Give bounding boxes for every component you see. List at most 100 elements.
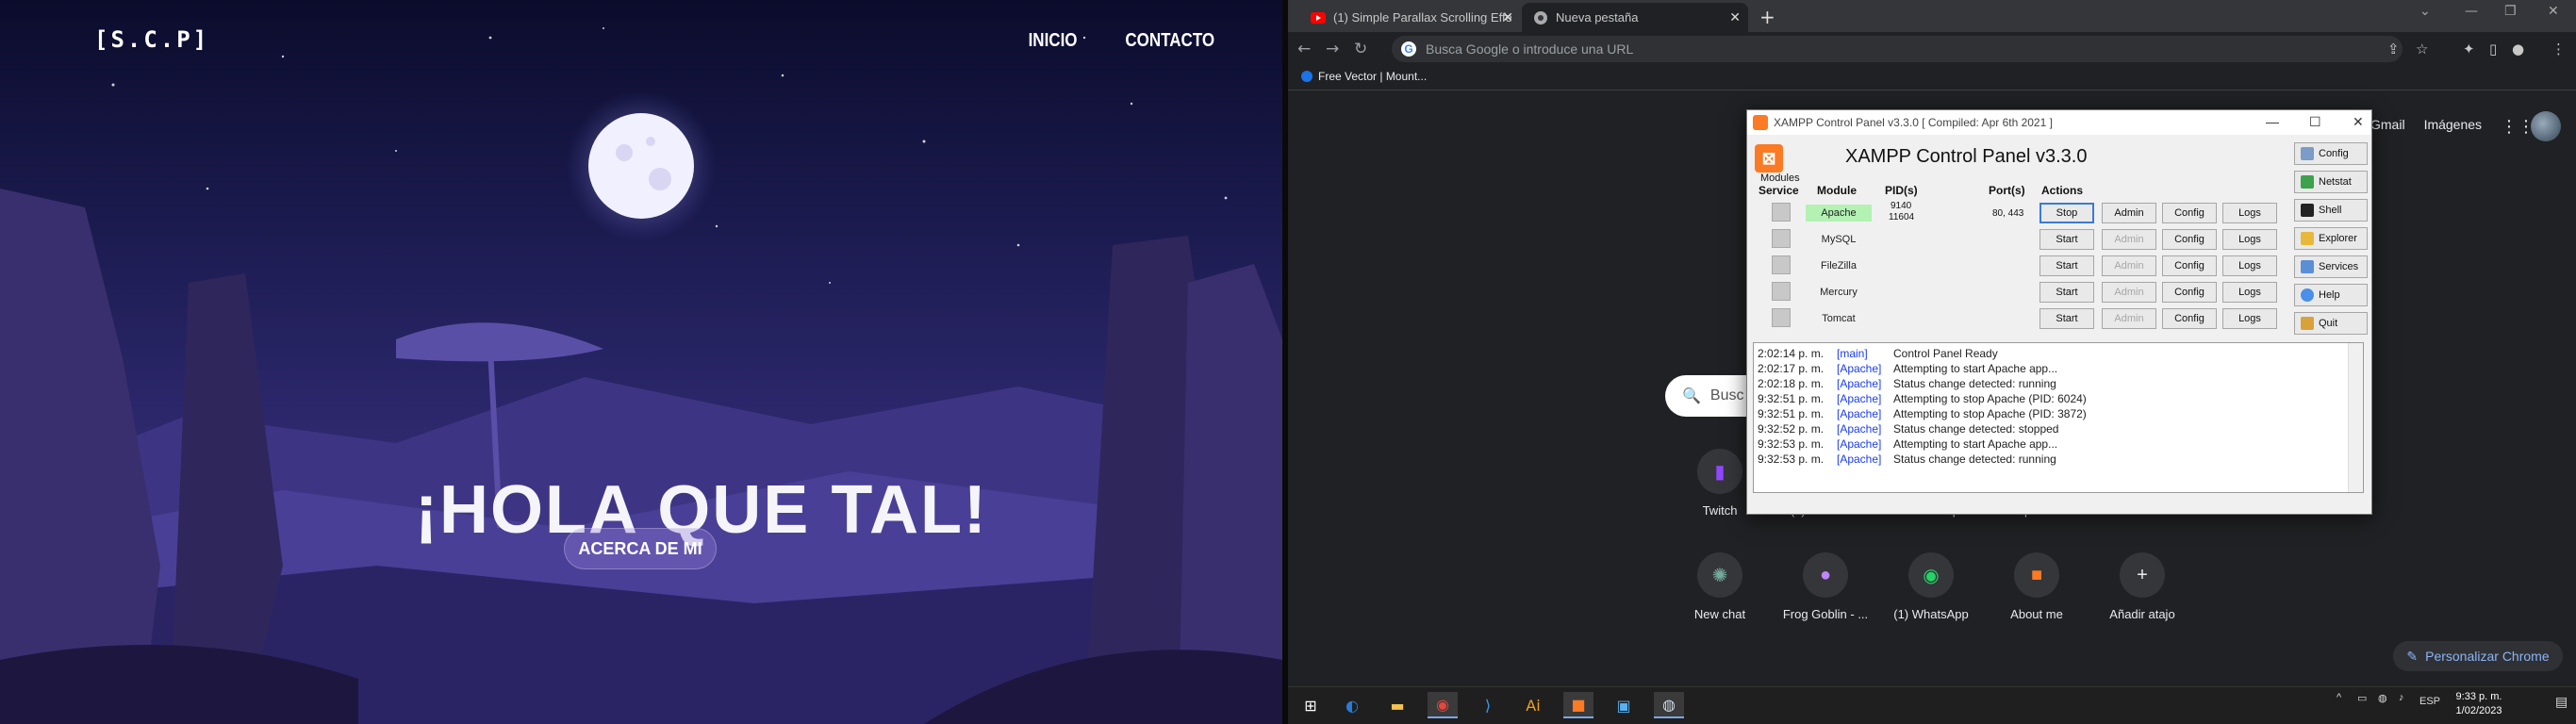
network-icon[interactable]: ◍ <box>2378 692 2387 704</box>
tab-youtube[interactable]: (1) Simple Parallax Scrolling Effe ✕ <box>1299 3 1521 32</box>
shortcut-frog-goblin[interactable]: ● Frog Goblin - ... <box>1780 552 1871 621</box>
new-tab-icon[interactable]: + <box>1759 6 1775 28</box>
nav-inicio-link[interactable]: INICIO <box>1029 30 1078 52</box>
logs-button[interactable]: Logs <box>2222 203 2277 223</box>
apps-grid-icon[interactable]: ⋮⋮ <box>2501 117 2535 137</box>
close-tab-icon[interactable]: ✕ <box>1502 9 1513 25</box>
forward-icon[interactable]: → <box>1326 40 1339 58</box>
shortcut-add[interactable]: + Añadir atajo <box>2097 552 2188 621</box>
bookmark-item[interactable]: Free Vector | Mount... <box>1301 70 1427 83</box>
minimize-icon[interactable]: — <box>2465 4 2478 19</box>
language-indicator[interactable]: ESP <box>2419 696 2440 707</box>
openai-icon: ✺ <box>1697 552 1742 598</box>
logs-button[interactable]: Logs <box>2222 282 2277 303</box>
edge-icon[interactable]: ◐ <box>1337 692 1367 718</box>
side-label: Help <box>2319 289 2340 301</box>
side-quit-button[interactable]: Quit <box>2294 312 2368 335</box>
chevron-up-icon[interactable]: ^ <box>2337 692 2341 703</box>
shortcut-label: Frog Goblin - ... <box>1782 607 1869 621</box>
shortcut-label: Añadir atajo <box>2109 607 2175 621</box>
start-button[interactable]: Start <box>2039 282 2094 303</box>
service-checkbox[interactable] <box>1772 255 1791 274</box>
nav-contacto-link[interactable]: CONTACTO <box>1125 30 1214 52</box>
log-line: 2:02:18 p. m. [Apache] Status change detec… <box>1758 377 2056 390</box>
side-explorer-button[interactable]: Explorer <box>2294 227 2368 250</box>
admin-button: Admin <box>2102 255 2156 276</box>
shortcut-about-me[interactable]: ■ About me <box>1991 552 2082 621</box>
sidepanel-icon[interactable]: ▯ <box>2489 41 2497 58</box>
illustrator-icon[interactable]: Ai <box>1518 692 1548 718</box>
extensions-icon[interactable]: ✦ <box>2463 41 2475 58</box>
service-checkbox[interactable] <box>1772 282 1791 301</box>
start-button[interactable]: Start <box>2039 229 2094 250</box>
site-logo[interactable]: [S.C.P] <box>94 26 209 53</box>
logs-button[interactable]: Logs <box>2222 229 2277 250</box>
logs-button[interactable]: Logs <box>2222 255 2277 276</box>
shortcut-new-chat[interactable]: ✺ New chat <box>1675 552 1765 621</box>
chrome-taskbar-icon[interactable]: ◉ <box>1428 692 1458 718</box>
battery-icon[interactable]: ▭ <box>2357 692 2367 704</box>
service-checkbox[interactable] <box>1772 229 1791 248</box>
frog-icon: ● <box>1803 552 1848 598</box>
site-nav: INICIO CONTACTO <box>1024 30 1223 52</box>
admin-button: Admin <box>2102 308 2156 329</box>
config-button[interactable]: Config <box>2162 255 2217 276</box>
file-explorer-icon[interactable]: ▬ <box>1382 692 1412 718</box>
xampp-icon <box>1753 115 1768 130</box>
share-icon[interactable]: ⇪ <box>2387 41 2400 58</box>
col-pids: PID(s) <box>1885 184 1918 197</box>
side-help-button[interactable]: Help <box>2294 284 2368 306</box>
maximize-icon[interactable]: ☐ <box>2309 114 2321 130</box>
shortcut-whatsapp[interactable]: ◉ (1) WhatsApp <box>1886 552 1976 621</box>
profile-icon[interactable]: ● <box>2512 41 2524 58</box>
start-button[interactable]: Start <box>2039 255 2094 276</box>
close-icon[interactable]: ✕ <box>2353 114 2364 130</box>
windows-start-icon[interactable]: ⊞ <box>1296 692 1326 718</box>
logs-button[interactable]: Logs <box>2222 308 2277 329</box>
service-checkbox[interactable] <box>1772 203 1791 222</box>
about-me-button[interactable]: ACERCA DE MI <box>564 528 717 569</box>
restore-icon[interactable]: ❐ <box>2504 4 2517 19</box>
log-scrollbar[interactable] <box>2348 343 2363 492</box>
omnibox[interactable]: G Busca Google o introduce una URL <box>1392 36 2403 62</box>
avatar[interactable] <box>2531 111 2561 141</box>
star-icon[interactable]: ☆ <box>2416 41 2428 58</box>
side-netstat-button[interactable]: Netstat <box>2294 171 2368 193</box>
tab-new-tab[interactable]: Nueva pestaña ✕ <box>1522 3 1748 32</box>
images-link[interactable]: Imágenes <box>2424 117 2482 132</box>
log-panel[interactable]: 2:02:14 p. m. [main] Control Panel Ready 2… <box>1753 342 2364 493</box>
side-services-button[interactable]: Services <box>2294 255 2368 278</box>
log-line: 9:32:53 p. m. [Apache] Attempting to start… <box>1758 437 2058 451</box>
side-config-button[interactable]: Config <box>2294 142 2368 165</box>
xampp-titlebar: XAMPP Control Panel v3.3.0 [ Compiled: A… <box>1747 110 2371 135</box>
gmail-link[interactable]: Gmail <box>2370 117 2405 132</box>
shortcut-label: New chat <box>1693 607 1746 621</box>
services-icon <box>2301 260 2314 273</box>
chevron-down-icon[interactable]: ⌄ <box>2419 4 2431 19</box>
photos-icon[interactable]: ▣ <box>1609 692 1639 718</box>
bookmark-favicon-icon <box>1301 71 1313 82</box>
config-button[interactable]: Config <box>2162 308 2217 329</box>
customize-chrome-button[interactable]: ✎ Personalizar Chrome <box>2393 641 2563 671</box>
menu-icon[interactable]: ⋮ <box>2551 41 2566 58</box>
close-tab-icon[interactable]: ✕ <box>1729 9 1741 25</box>
notification-icon[interactable]: ▤ <box>2555 694 2568 710</box>
steam-icon[interactable]: ◍ <box>1654 692 1684 718</box>
clock[interactable]: 9:33 p. m. 1/02/2023 <box>2448 690 2510 718</box>
vscode-icon[interactable]: ⟩ <box>1473 692 1503 718</box>
start-button[interactable]: Start <box>2039 308 2094 329</box>
admin-button[interactable]: Admin <box>2102 203 2156 223</box>
close-icon[interactable]: ✕ <box>2548 4 2559 19</box>
stop-button[interactable]: Stop <box>2039 203 2094 223</box>
config-button[interactable]: Config <box>2162 282 2217 303</box>
minimize-icon[interactable]: — <box>2266 114 2279 129</box>
admin-button: Admin <box>2102 229 2156 250</box>
service-checkbox[interactable] <box>1772 308 1791 327</box>
xampp-taskbar-icon[interactable]: ■ <box>1563 692 1593 718</box>
side-shell-button[interactable]: Shell <box>2294 199 2368 222</box>
reload-icon[interactable]: ↻ <box>1354 40 1367 58</box>
config-button[interactable]: Config <box>2162 229 2217 250</box>
config-button[interactable]: Config <box>2162 203 2217 223</box>
volume-icon[interactable]: ♪ <box>2399 692 2404 703</box>
back-icon[interactable]: ← <box>1297 40 1311 58</box>
